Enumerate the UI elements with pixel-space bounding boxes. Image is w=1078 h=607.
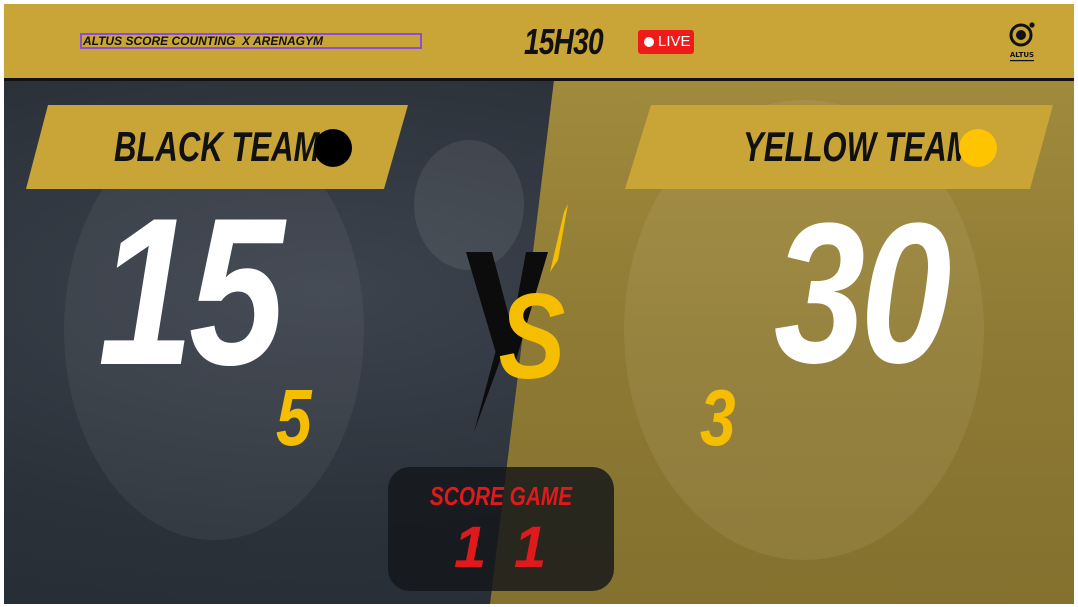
team-left-color-dot — [314, 129, 352, 167]
live-badge: LIVE — [638, 30, 694, 54]
lightning-bolt-yellow — [550, 204, 568, 272]
top-bar: ALTUS SCORE COUNTING X ARENAGYM 15H30 LI… — [4, 4, 1074, 81]
vs-letter-s: S — [499, 268, 566, 405]
score-game-right: 1 — [514, 515, 547, 580]
team-right-name: YELLOW TEAM — [743, 123, 973, 170]
team-right-games: 3 — [700, 373, 736, 462]
versus-graphic: S — [466, 204, 568, 432]
scoreboard: ALTUS SCORE COUNTING X ARENAGYM 15H30 LI… — [4, 4, 1074, 604]
svg-text:ALTUS: ALTUS — [1010, 51, 1034, 59]
team-left-points: 15 — [98, 174, 285, 409]
altus-logo: ALTUS — [1009, 22, 1035, 62]
team-right-points: 30 — [774, 182, 952, 405]
score-game-title: SCORE GAME — [429, 481, 573, 511]
live-dot-icon — [644, 37, 654, 47]
match-time: 15H30 — [524, 21, 604, 62]
score-game-panel: SCORE GAME 1 1 — [388, 467, 614, 591]
team-banner-right: YELLOW TEAM — [625, 105, 1053, 189]
team-left-games: 5 — [276, 373, 312, 462]
team-right-color-dot — [959, 129, 997, 167]
score-game-left: 1 — [454, 515, 487, 580]
live-label: LIVE — [658, 33, 691, 50]
team-left-name: BLACK TEAM — [114, 123, 320, 170]
brand-title: ALTUS SCORE COUNTING X ARENAGYM — [80, 33, 422, 49]
